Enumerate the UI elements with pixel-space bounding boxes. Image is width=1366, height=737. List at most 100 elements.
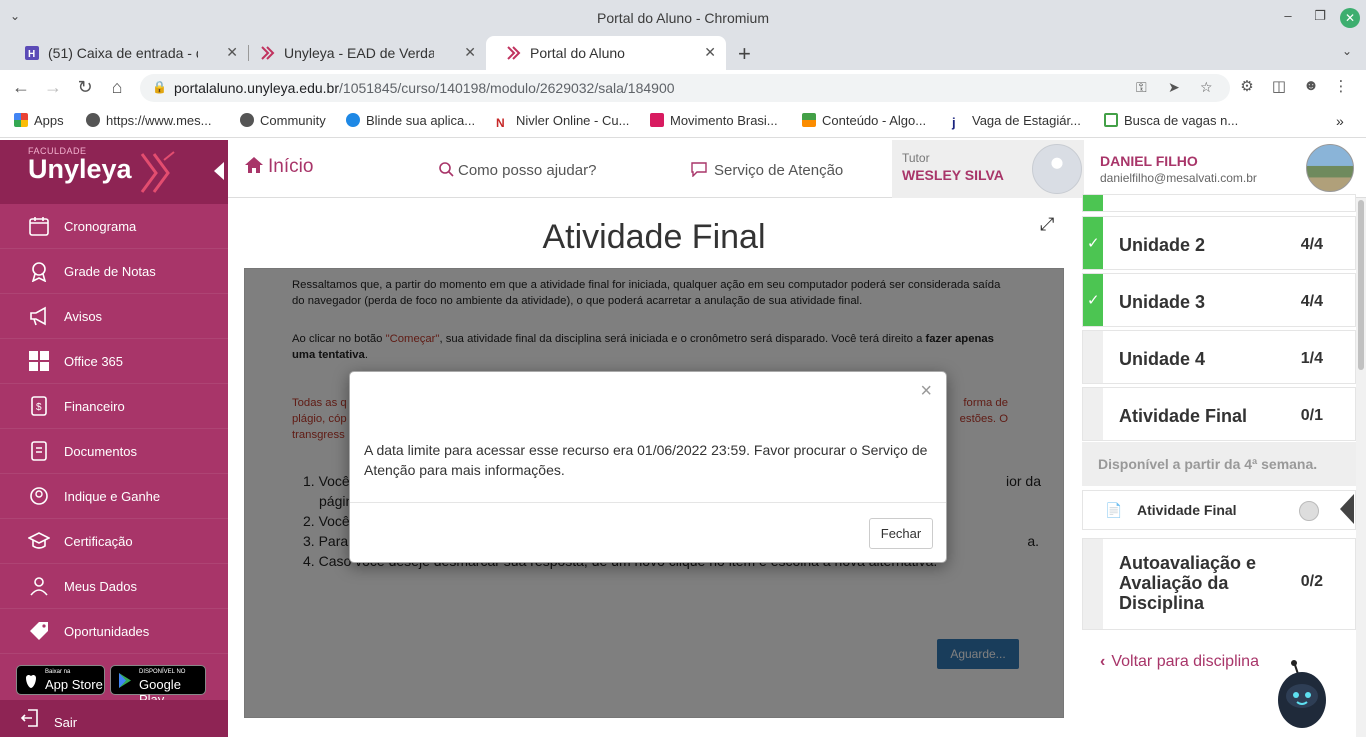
- bookmark-label: Apps: [34, 113, 64, 128]
- unyleya-favicon-icon: [261, 46, 275, 60]
- sidebar-item-label: Certificação: [64, 534, 133, 549]
- sidebar-collapse-icon[interactable]: [214, 162, 224, 180]
- bookmark-mes[interactable]: https://www.mes...: [86, 113, 211, 128]
- bookmark-vaga[interactable]: j Vaga de Estagiár...: [952, 113, 1081, 130]
- nav-service-link[interactable]: Serviço de Atenção: [690, 161, 843, 179]
- sidebar-item-oportunidades[interactable]: Oportunidades: [0, 609, 228, 654]
- unit-status-bar: [1083, 331, 1103, 383]
- send-icon[interactable]: ➤: [1168, 79, 1180, 96]
- bookmark-apps[interactable]: Apps: [14, 113, 64, 128]
- graduation-cap-icon: [28, 532, 50, 549]
- page-title: Atividade Final: [542, 218, 766, 256]
- sidebar-header: FACULDADE Unyleya: [0, 140, 228, 204]
- sidebar-item-certificacao[interactable]: Certificação: [0, 519, 228, 564]
- sidebar-item-cronograma[interactable]: Cronograma: [0, 204, 228, 249]
- check-icon: ✓: [1087, 292, 1100, 309]
- tab-close-icon[interactable]: ✕: [704, 44, 716, 61]
- bookmark-blinde[interactable]: Blinde sua aplica...: [346, 113, 475, 128]
- back-icon[interactable]: ←: [10, 77, 32, 98]
- back-to-course-link[interactable]: ‹ Voltar para disciplina: [1100, 653, 1259, 671]
- tab-portal-aluno[interactable]: Portal do Aluno ✕: [486, 36, 726, 70]
- nav-service-label: Serviço de Atenção: [714, 162, 844, 179]
- sidebar-item-avisos[interactable]: Avisos: [0, 294, 228, 339]
- restore-icon[interactable]: ❐: [1310, 8, 1330, 24]
- expand-icon[interactable]: ⤢: [1040, 214, 1054, 235]
- google-play-button[interactable]: DISPONÍVEL NO Google Play: [110, 665, 206, 707]
- minimize-icon[interactable]: –: [1278, 8, 1298, 23]
- svg-text:H: H: [28, 49, 35, 60]
- unit-name: Autoavaliação e Avaliação da Disciplina: [1119, 553, 1256, 613]
- search-icon: [439, 162, 454, 177]
- bookmark-conteudo[interactable]: Conteúdo - Algo...: [802, 113, 926, 128]
- forward-icon[interactable]: →: [42, 77, 64, 98]
- unit-name-line: Autoavaliação e: [1119, 553, 1257, 573]
- sidebar-exit[interactable]: Sair: [0, 700, 228, 737]
- bookmark-star-icon[interactable]: ☆: [1200, 79, 1213, 96]
- lock-icon[interactable]: 🔒: [152, 80, 167, 94]
- chat-icon: [691, 162, 707, 178]
- key-icon[interactable]: ⚿: [1136, 79, 1147, 96]
- bookmark-busca[interactable]: Busca de vagas n...: [1104, 113, 1238, 128]
- portal-topnav: Início Como posso ajudar? Serviço de Ate…: [228, 140, 1366, 198]
- sidebar-item-financeiro[interactable]: $ Financeiro: [0, 384, 228, 429]
- check-icon: ✓: [1087, 235, 1100, 252]
- unit-status-bar: [1083, 539, 1103, 629]
- nav-home-link[interactable]: Início: [244, 156, 313, 178]
- reload-icon[interactable]: ↻: [74, 77, 96, 98]
- sidebar-item-meus-dados[interactable]: Meus Dados: [0, 564, 228, 609]
- home-icon[interactable]: ⌂: [106, 77, 128, 98]
- extensions-icon[interactable]: ⚙: [1236, 77, 1258, 95]
- modal-message: A data limite para acessar esse recurso …: [364, 442, 928, 478]
- activity-sub-item[interactable]: 📄 Atividade Final: [1082, 490, 1356, 530]
- address-bar[interactable]: 🔒 portalaluno.unyleya.edu.br/1051845/cur…: [140, 74, 1230, 102]
- close-window-icon[interactable]: ✕: [1340, 8, 1360, 28]
- sidebar-item-documentos[interactable]: Documentos: [0, 429, 228, 474]
- bookmarks-overflow-icon[interactable]: »: [1336, 113, 1344, 129]
- bookmark-movimento[interactable]: Movimento Brasi...: [650, 113, 778, 128]
- unit-name: Atividade Final: [1119, 406, 1248, 426]
- google-play-small: DISPONÍVEL NO: [139, 669, 186, 675]
- unit-row-self-eval[interactable]: Autoavaliação e Avaliação da Disciplina 0/…: [1082, 538, 1356, 630]
- app-store-button[interactable]: Baixar na App Store: [16, 665, 105, 695]
- menu-icon[interactable]: ⋮: [1330, 77, 1352, 95]
- bookmark-label: Vaga de Estagiár...: [972, 113, 1081, 128]
- scrollbar-thumb[interactable]: [1358, 200, 1364, 370]
- tab-email[interactable]: H (51) Caixa de entrada - danielf ✕: [4, 36, 248, 70]
- tab-strip: H (51) Caixa de entrada - danielf ✕ Unyl…: [0, 36, 1366, 70]
- tab-unyleya[interactable]: Unyleya - EAD de Verdade ✕: [240, 36, 486, 70]
- new-tab-icon[interactable]: +: [738, 41, 751, 67]
- nav-help-label: Como posso ajudar?: [458, 162, 597, 179]
- tab-label: (51) Caixa de entrada - danielf: [48, 45, 198, 61]
- modal-close-icon[interactable]: ×: [920, 380, 932, 403]
- close-button[interactable]: Fechar: [869, 518, 933, 549]
- unit-status-bar: [1083, 388, 1103, 440]
- unit-row[interactable]: Atividade Final 0/1: [1082, 387, 1356, 441]
- nav-help-link[interactable]: Como posso ajudar?: [438, 161, 596, 179]
- bookmark-community[interactable]: Community: [240, 113, 326, 128]
- app-store-big: App Store: [45, 677, 103, 692]
- user-avatar[interactable]: [1306, 144, 1354, 192]
- sidebar-item-office-365[interactable]: Office 365: [0, 339, 228, 384]
- document-icon: 📄: [1105, 502, 1123, 518]
- side-panel-icon[interactable]: ◫: [1268, 77, 1290, 95]
- tab-close-icon[interactable]: ✕: [226, 44, 238, 61]
- bookmark-label: Blinde sua aplica...: [366, 113, 476, 128]
- unit-row[interactable]: Unidade 4 1/4: [1082, 330, 1356, 384]
- profile-icon[interactable]: ☻: [1300, 77, 1322, 94]
- blinde-favicon-icon: [346, 113, 360, 127]
- sidebar-item-label: Indique e Ganhe: [64, 489, 161, 504]
- bookmark-label: https://www.mes...: [106, 113, 212, 128]
- portal-sidebar: FACULDADE Unyleya Cronograma Grade de No…: [0, 140, 228, 737]
- bookmark-nivler[interactable]: N Nivler Online - Cu...: [496, 113, 629, 130]
- url-host: portalaluno.unyleya.edu.br: [174, 80, 340, 96]
- sidebar-item-indique-e-ganhe[interactable]: Indique e Ganhe: [0, 474, 228, 519]
- window-titlebar: ⌄ Portal do Aluno - Chromium – ❐ ✕: [0, 0, 1366, 36]
- sidebar-item-grade-de-notas[interactable]: Grade de Notas: [0, 249, 228, 294]
- chatbot-icon[interactable]: [1274, 660, 1330, 732]
- unit-row[interactable]: ✓ Unidade 2 4/4: [1082, 216, 1356, 270]
- tab-search-chevron-icon[interactable]: ⌄: [1342, 44, 1352, 58]
- unit-row[interactable]: ✓ Unidade 3 4/4: [1082, 273, 1356, 327]
- tab-close-icon[interactable]: ✕: [464, 44, 476, 61]
- bookmark-label: Conteúdo - Algo...: [822, 113, 927, 128]
- current-item-arrow-icon: [1340, 494, 1354, 524]
